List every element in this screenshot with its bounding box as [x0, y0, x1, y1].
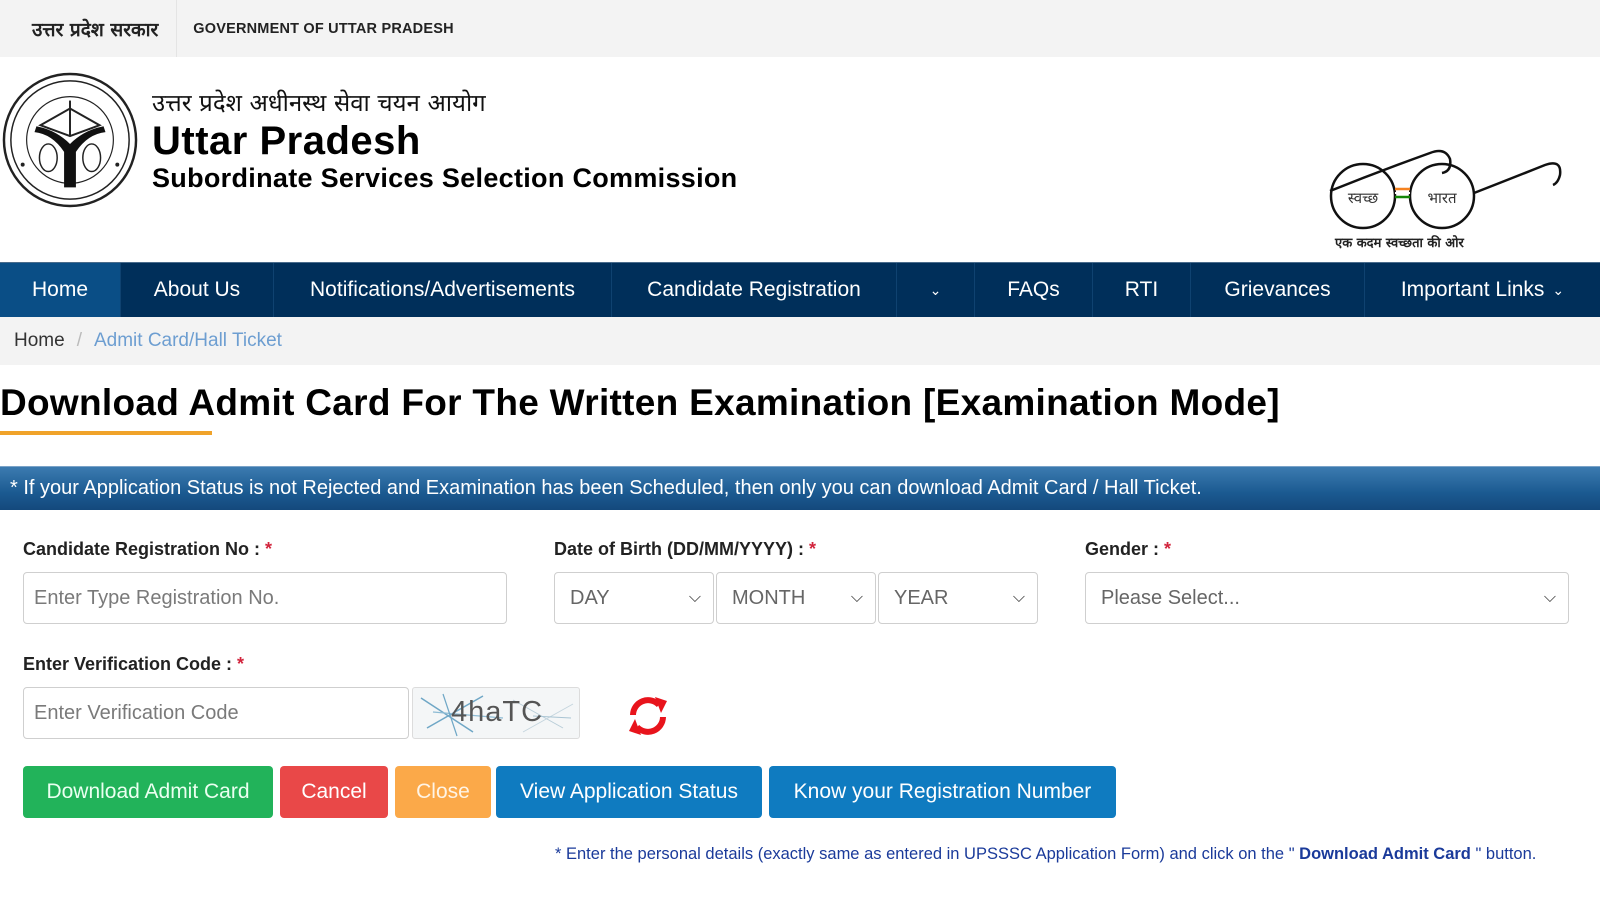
dob-year-value: YEAR	[894, 586, 949, 609]
nav-faqs[interactable]: FAQs	[975, 263, 1093, 317]
chevron-down-icon: ⌵	[688, 589, 701, 606]
nav-home[interactable]: Home	[0, 263, 121, 317]
footnote-suffix: " button.	[1475, 845, 1537, 863]
instruction-footnote: * Enter the personal details (exactly sa…	[555, 845, 1536, 864]
nav-notifications-label: Notifications/Advertisements	[310, 278, 575, 301]
up-government-emblem-icon[interactable]	[1, 71, 139, 209]
dob-month-value: MONTH	[732, 586, 806, 609]
required-marker: *	[237, 654, 245, 674]
dob-label: Date of Birth (DD/MM/YYYY) : *	[554, 539, 816, 560]
captcha-text: 4haTC	[451, 696, 544, 728]
chevron-down-icon: ⌵	[1012, 589, 1025, 606]
know-registration-number-button[interactable]: Know your Registration Number	[769, 766, 1116, 818]
nav-important-links-label: Important Links	[1400, 278, 1545, 301]
org-subtitle: Subordinate Services Selection Commissio…	[152, 163, 738, 193]
captcha-image: 4haTC	[412, 687, 580, 739]
required-marker: *	[1164, 539, 1172, 559]
dob-year-select[interactable]: YEAR ⌵	[878, 572, 1038, 624]
registration-label: Candidate Registration No : *	[23, 539, 272, 560]
required-marker: *	[809, 539, 817, 559]
nav-important-links[interactable]: Important Links ⌄	[1365, 263, 1600, 317]
bharat-text: भारत	[1427, 189, 1457, 207]
gender-select[interactable]: Please Select... ⌵	[1085, 572, 1569, 624]
breadcrumb-current[interactable]: Admit Card/Hall Ticket	[94, 330, 282, 352]
gov-hindi-name: उत्तर प्रदेश सरकार	[0, 0, 178, 57]
gov-english-name: GOVERNMENT OF UTTAR PRADESH	[193, 20, 454, 37]
nav-registration-dropdown-toggle[interactable]: ⌄	[897, 263, 975, 317]
government-top-bar: उत्तर प्रदेश सरकार GOVERNMENT OF UTTAR P…	[0, 0, 1600, 57]
registration-placeholder: Enter Type Registration No.	[34, 586, 280, 609]
org-title: Uttar Pradesh	[152, 119, 421, 163]
nav-grievances-label: Grievances	[1224, 278, 1331, 301]
footnote-emphasis: Download Admit Card	[1294, 845, 1476, 863]
info-banner: * If your Application Status is not Reje…	[0, 466, 1600, 510]
dob-label-text: Date of Birth (DD/MM/YYYY) :	[554, 539, 804, 559]
verification-placeholder: Enter Verification Code	[34, 701, 239, 724]
nav-about-us-label: About Us	[153, 278, 241, 301]
site-header: उत्तर प्रदेश अधीनस्थ सेवा चयन आयोग Uttar…	[0, 57, 1600, 262]
swachh-caption: एक कदम स्वच्छता की ओर	[1335, 236, 1464, 251]
nav-grievances[interactable]: Grievances	[1191, 263, 1365, 317]
view-application-status-button[interactable]: View Application Status	[496, 766, 762, 818]
gender-label: Gender : *	[1085, 539, 1171, 560]
registration-label-text: Candidate Registration No :	[23, 539, 261, 559]
required-marker: *	[265, 539, 273, 559]
chevron-down-icon: ⌄	[1552, 281, 1565, 298]
nav-rti-label: RTI	[1124, 278, 1159, 301]
chevron-down-icon: ⌵	[1543, 589, 1556, 606]
main-navigation: Home About Us Notifications/Advertisemen…	[0, 262, 1600, 317]
dob-day-select[interactable]: DAY ⌵	[554, 572, 714, 624]
nav-notifications[interactable]: Notifications/Advertisements	[274, 263, 612, 317]
registration-number-input[interactable]: Enter Type Registration No.	[23, 572, 507, 624]
title-underline	[0, 431, 212, 435]
verification-code-input[interactable]: Enter Verification Code	[23, 687, 409, 739]
nav-home-label: Home	[31, 278, 89, 301]
footnote-prefix: * Enter the personal details (exactly sa…	[555, 845, 1295, 863]
refresh-captcha-icon[interactable]	[625, 693, 671, 739]
nav-candidate-registration[interactable]: Candidate Registration	[612, 263, 897, 317]
nav-about-us[interactable]: About Us	[121, 263, 274, 317]
close-button[interactable]: Close	[395, 766, 491, 818]
download-admit-card-button[interactable]: Download Admit Card	[23, 766, 273, 818]
dob-day-value: DAY	[570, 586, 610, 609]
swachh-text: स्वच्छ	[1348, 189, 1379, 207]
page-title: Download Admit Card For The Written Exam…	[0, 382, 1280, 423]
breadcrumb-separator: /	[76, 330, 82, 351]
nav-faqs-label: FAQs	[1007, 278, 1060, 301]
chevron-down-icon: ⌵	[850, 589, 863, 606]
nav-rti[interactable]: RTI	[1093, 263, 1191, 317]
nav-candidate-registration-label: Candidate Registration	[647, 278, 861, 301]
verification-label-text: Enter Verification Code :	[23, 654, 233, 674]
gender-selected-value: Please Select...	[1101, 586, 1240, 609]
gender-label-text: Gender :	[1085, 539, 1160, 559]
breadcrumb-home[interactable]: Home	[14, 330, 65, 352]
chevron-down-icon: ⌄	[929, 281, 942, 298]
org-hindi-name: उत्तर प्रदेश अधीनस्थ सेवा चयन आयोग	[152, 89, 486, 117]
dob-month-select[interactable]: MONTH ⌵	[716, 572, 876, 624]
verification-label: Enter Verification Code : *	[23, 654, 244, 675]
cancel-button[interactable]: Cancel	[280, 766, 388, 818]
breadcrumb: Home / Admit Card/Hall Ticket	[0, 317, 1600, 365]
